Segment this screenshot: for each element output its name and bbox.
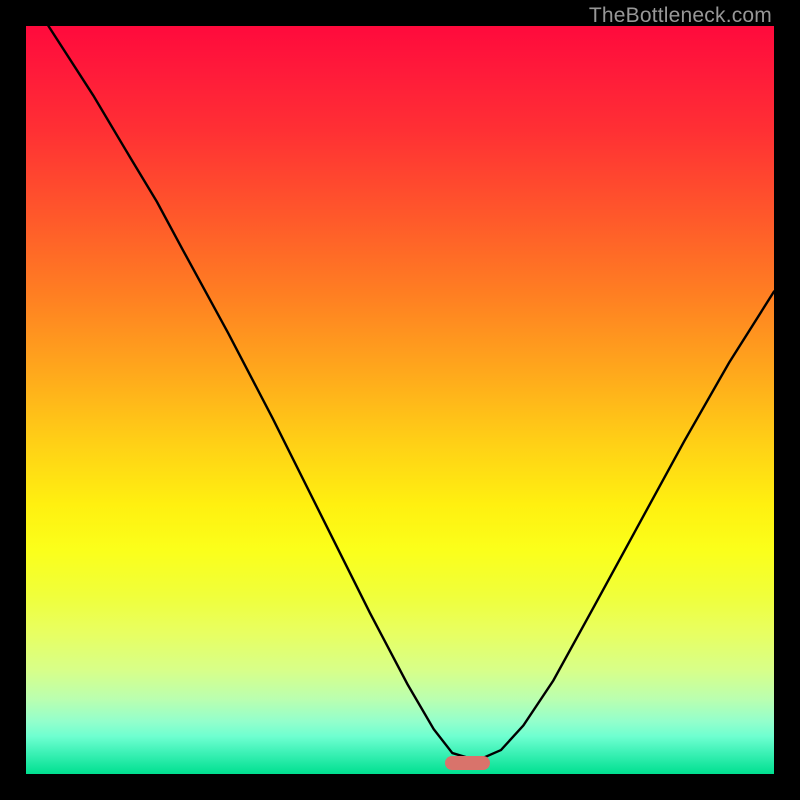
- bottleneck-curve: [48, 26, 774, 758]
- canvas: TheBottleneck.com: [0, 0, 800, 800]
- minimum-marker: [445, 756, 490, 770]
- curve-layer: [26, 26, 774, 774]
- plot-area: [26, 26, 774, 774]
- watermark-text: TheBottleneck.com: [589, 4, 772, 28]
